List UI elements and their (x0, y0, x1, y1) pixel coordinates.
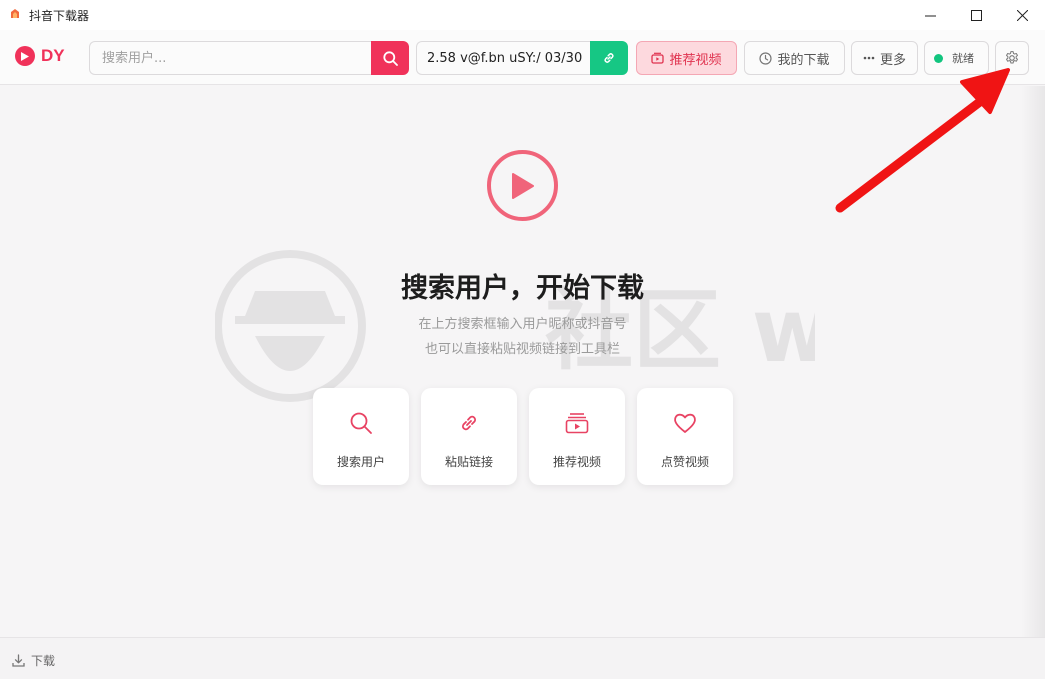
page-headline: 搜索用户，开始下载 (401, 273, 644, 304)
heart-icon (674, 413, 696, 433)
link-icon (604, 53, 614, 63)
window-title: 抖音下载器 (29, 9, 90, 23)
search-icon (350, 412, 372, 434)
footer-bar: 下载 (0, 637, 1045, 679)
search-button[interactable] (371, 41, 409, 75)
title-bar: 抖音下载器 (0, 0, 1045, 30)
card-label: 点赞视频 (660, 455, 709, 469)
hero-play-icon (487, 150, 558, 221)
my-downloads-label: 我的下载 (777, 52, 830, 68)
logo-text: DY (41, 46, 65, 65)
close-icon (1016, 9, 1028, 21)
hint-line-1: 在上方搜索框输入用户昵称或抖音号 (418, 317, 627, 332)
card-label: 粘贴链接 (444, 455, 493, 469)
app-icon (11, 9, 19, 18)
minimize-button[interactable] (907, 0, 953, 30)
card-label: 搜索用户 (336, 455, 385, 469)
hint-line-2: 也可以直接粘贴视频链接到工具栏 (424, 342, 620, 357)
recommend-videos-button[interactable]: 推荐视频 (636, 41, 737, 75)
video-icon (651, 52, 665, 64)
quick-action-cards: 搜索用户 粘贴链接 推荐视频 点赞视频 (313, 388, 733, 485)
video-stack-icon (565, 413, 589, 434)
minimize-icon (924, 15, 936, 16)
card-paste-link[interactable]: 粘贴链接 (421, 388, 517, 485)
parse-link-button[interactable] (590, 41, 628, 75)
search-icon (382, 50, 398, 66)
maximize-button[interactable] (953, 0, 999, 30)
card-search-user[interactable]: 搜索用户 (313, 388, 409, 485)
card-label: 推荐视频 (552, 455, 601, 469)
clock-icon (759, 51, 773, 65)
maximize-icon (970, 9, 982, 21)
logo-play-icon (15, 46, 35, 66)
download-icon (12, 654, 25, 667)
link-input[interactable] (417, 42, 592, 74)
downloads-toggle[interactable]: 下载 (12, 652, 55, 669)
close-button[interactable] (999, 0, 1045, 30)
search-input[interactable] (90, 42, 372, 74)
card-liked-videos[interactable]: 点赞视频 (637, 388, 733, 485)
recommend-videos-label: 推荐视频 (669, 52, 722, 68)
link-box (416, 41, 592, 75)
card-recommend-videos[interactable]: 推荐视频 (529, 388, 625, 485)
link-icon (462, 415, 476, 431)
annotation-arrow-icon (835, 68, 1010, 213)
downloads-label: 下载 (31, 654, 56, 668)
search-box (89, 41, 372, 75)
app-logo: DY (15, 46, 65, 66)
